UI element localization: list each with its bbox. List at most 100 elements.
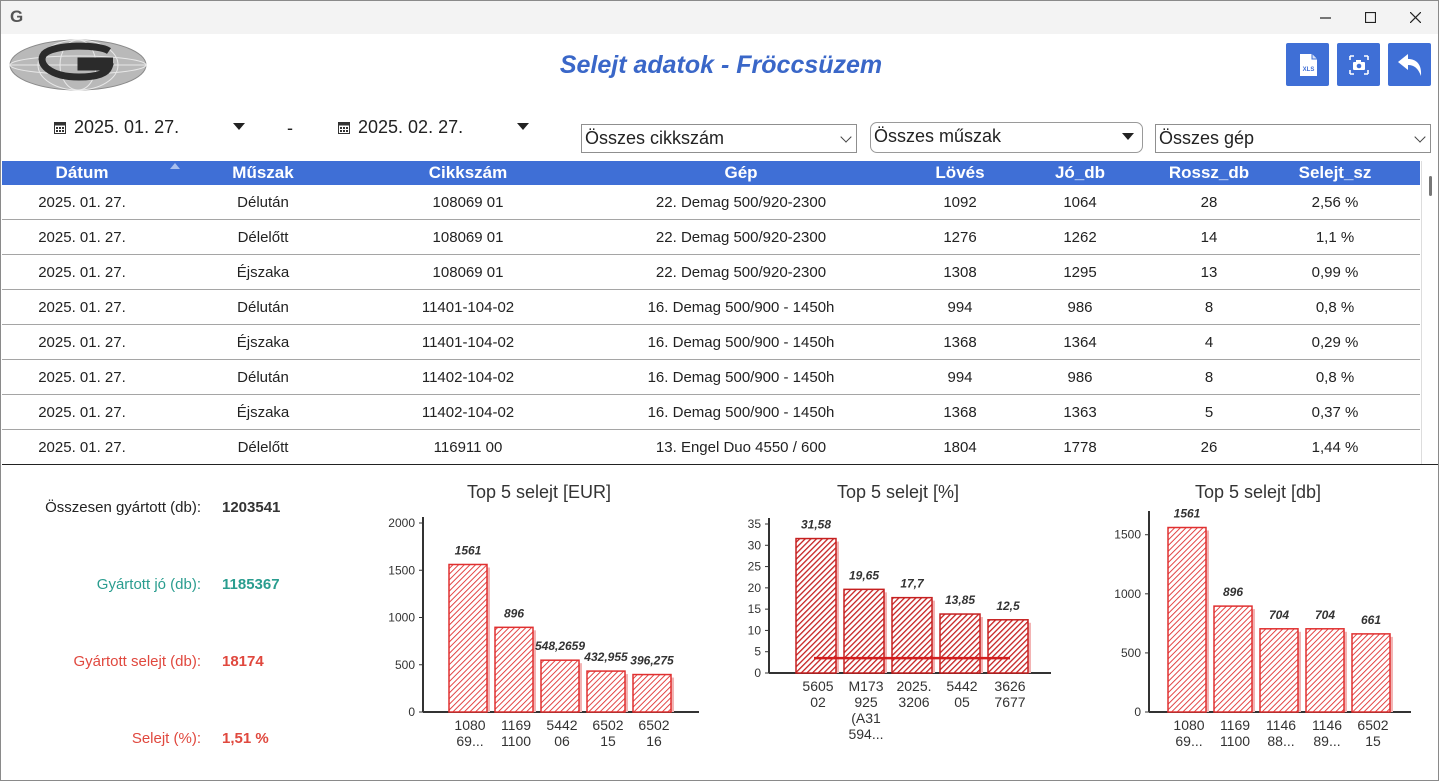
machine-select[interactable]: Összes gép [1155,124,1431,153]
date-from-picker[interactable]: 2025. 01. 27. [54,117,179,138]
x-tick-label: 02 [810,694,826,710]
bar[interactable] [448,563,488,713]
bar[interactable] [632,673,672,713]
column-header-jo-db[interactable]: Jó_db [1030,163,1130,183]
cell-loves: 1092 [943,194,977,211]
cell-gep: 16. Demag 500/900 - 1450h [647,404,835,421]
x-tick-label: (A31 [851,710,881,726]
x-tick-label: 88... [1267,733,1294,749]
cell-gep: 13. Engel Duo 4550 / 600 [655,439,827,456]
cell-selejt-sz: 0,99 % [1311,264,1359,281]
cell-loves: 1804 [943,439,977,456]
table-row[interactable]: 2025. 01. 27. Délután 108069 01 22. Demag 5… [2,185,1420,220]
x-tick-label: 05 [954,694,970,710]
bar[interactable] [795,537,837,674]
bar[interactable] [586,670,626,713]
date-to-picker[interactable]: 2025. 02. 27. [338,117,463,138]
x-tick-label: 15 [600,733,616,749]
cell-datum: 2025. 01. 27. [38,194,126,211]
column-header-datum[interactable]: Dátum [32,163,132,183]
x-tick-label: 6502 [638,717,669,733]
cell-muszak: Délután [237,299,289,316]
y-tick-label: 10 [748,623,762,637]
column-header-gep[interactable]: Gép [606,163,876,183]
bar[interactable] [494,626,534,713]
cell-muszak: Éjszaka [236,404,290,421]
bar[interactable] [1305,628,1345,713]
y-tick-label: 500 [395,658,415,672]
y-tick-label: 0 [408,705,415,719]
y-tick-label: 0 [754,666,761,680]
y-tick-label: 1500 [388,563,415,577]
date-from-value: 2025. 01. 27. [74,117,180,137]
screenshot-button[interactable] [1337,43,1380,86]
close-button[interactable] [1392,1,1438,34]
column-header-cikkszam[interactable]: Cikkszám [378,163,558,183]
table-row[interactable]: 2025. 01. 27. Éjszaka 108069 01 22. Demag 5… [2,255,1420,290]
maximize-button[interactable] [1347,1,1393,34]
x-tick-label: 5442 [546,717,577,733]
cell-muszak: Éjszaka [236,334,290,351]
company-globe-logo [9,39,147,91]
x-tick-label: 16 [646,733,662,749]
back-button[interactable] [1388,43,1431,86]
minimize-button[interactable] [1302,1,1348,34]
cell-datum: 2025. 01. 27. [38,299,126,316]
column-header-loves[interactable]: Lövés [910,163,1010,183]
table-row[interactable]: 2025. 01. 27. Délután 11401-104-02 16. Dema… [2,290,1420,325]
table-row[interactable]: 2025. 01. 27. Délután 11402-104-02 16. Dema… [2,360,1420,395]
table-row[interactable]: 2025. 01. 27. Délelőtt 108069 01 22. Demag … [2,220,1420,255]
cell-selejt-sz: 1,1 % [1315,229,1355,246]
minimize-icon [1319,17,1331,19]
y-tick-label: 1000 [1114,587,1141,601]
bar[interactable] [987,619,1029,674]
x-tick-label: 1169 [1220,717,1250,733]
x-tick-label: 1169 [501,717,531,733]
scrap-produced-label: Gyártott selejt (db): [73,653,201,670]
xls-icon: XLS [1299,53,1317,76]
bar[interactable] [843,588,885,674]
date-from-dropdown-icon[interactable] [233,123,245,130]
scrollbar-thumb[interactable] [1429,176,1432,196]
cell-jo-db: 986 [1067,369,1093,386]
title-bar: G [1,1,1438,34]
bar[interactable] [1167,526,1207,713]
bar[interactable] [1259,628,1299,713]
x-tick-label: 1080 [1173,717,1204,733]
cell-rossz-db: 8 [1204,299,1214,316]
cell-loves: 1368 [943,334,977,351]
date-separator: - [287,118,293,138]
x-tick-label: 2025. [896,678,931,694]
table-row[interactable]: 2025. 01. 27. Éjszaka 11401-104-02 16. Dema… [2,325,1420,360]
cell-datum: 2025. 01. 27. [38,404,126,421]
total-produced-label: Összesen gyártott (db): [45,499,201,516]
table-scrollbar[interactable] [1421,161,1438,464]
shift-select[interactable]: Összes műszak [870,122,1143,153]
y-tick-label: 500 [1121,646,1141,660]
bar[interactable] [891,596,933,674]
bar-value-label: 896 [1223,585,1243,599]
chart-pct-title: Top 5 selejt [%] [836,482,960,502]
undo-arrow-icon [1397,53,1421,76]
column-header-rossz-db[interactable]: Rossz_db [1144,163,1274,183]
bar[interactable] [540,659,580,713]
cell-cikkszam: 11401-104-02 [421,299,515,316]
date-to-dropdown-icon[interactable] [517,123,529,130]
cell-datum: 2025. 01. 27. [38,264,126,281]
bar-value-label: 1561 [455,543,482,557]
column-header-selejt-sz[interactable]: Selejt_sz [1270,163,1400,183]
table-row[interactable]: 2025. 01. 27. Délelőtt 116911 00 13. Engel … [2,430,1420,464]
bar[interactable] [1351,633,1391,713]
bar-value-label: 17,7 [900,577,925,591]
total-produced-value: 1203541 [222,499,281,516]
export-xls-button[interactable]: XLS [1286,43,1329,86]
bar[interactable] [939,613,981,674]
y-tick-label: 5 [754,645,761,659]
bar-value-label: 432,955 [583,650,628,664]
cell-rossz-db: 14 [1200,229,1218,246]
part-number-select[interactable]: Összes cikkszám [581,124,857,153]
bar[interactable] [1213,605,1253,713]
table-row[interactable]: 2025. 01. 27. Éjszaka 11402-104-02 16. Dema… [2,395,1420,430]
chevron-down-icon [840,131,852,143]
column-header-muszak[interactable]: Műszak [213,163,313,183]
